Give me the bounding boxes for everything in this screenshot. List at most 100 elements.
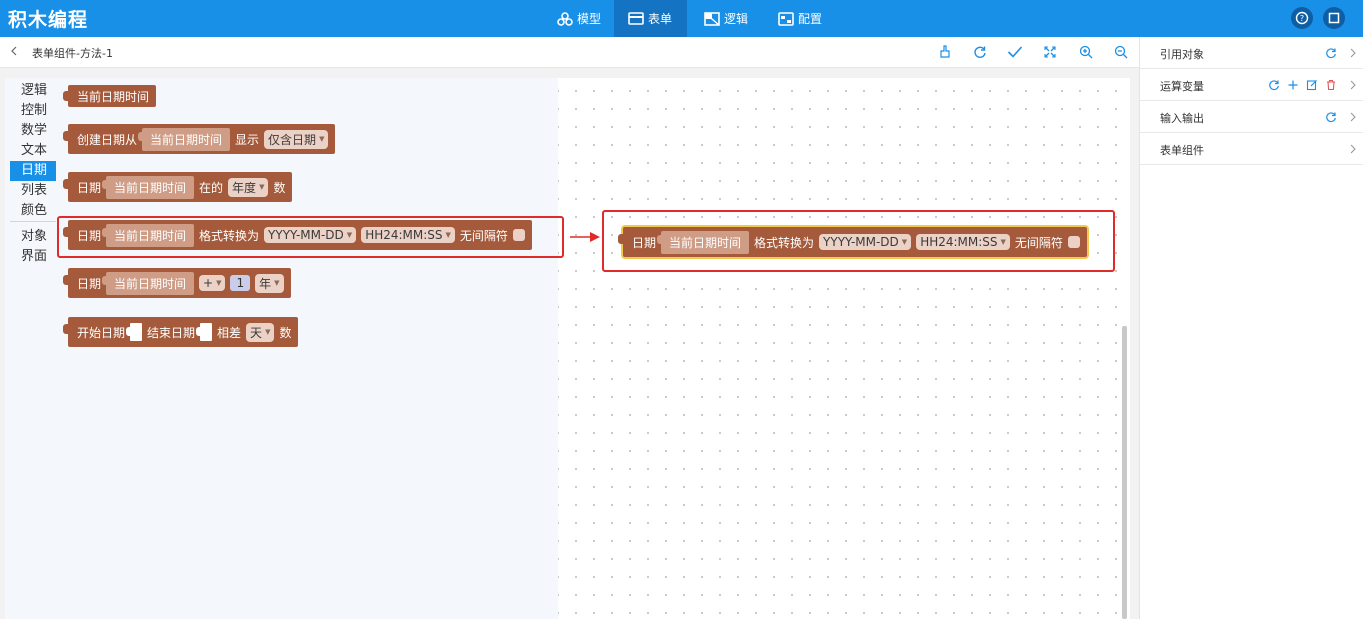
block-input-current-datetime[interactable]: 当前日期时间: [102, 223, 195, 247]
block-label: 相差: [217, 325, 242, 340]
category-logic[interactable]: 逻辑: [10, 81, 56, 101]
block-label: 数: [273, 180, 286, 195]
block-label: 日期: [77, 276, 102, 291]
help-icon[interactable]: ?: [1291, 7, 1313, 29]
block-input-current-datetime[interactable]: 当前日期时间: [102, 175, 195, 199]
block-dropdown-operator[interactable]: + ▼: [199, 275, 226, 291]
logic-icon: [704, 11, 720, 26]
plus-icon[interactable]: [1286, 78, 1299, 91]
vertical-scrollbar[interactable]: [1122, 326, 1127, 619]
panel-row-label: 运算变量: [1160, 80, 1204, 93]
panel-row-label: 引用对象: [1160, 48, 1204, 61]
block-dropdown[interactable]: 仅含日期 ▼: [264, 129, 329, 149]
category-ui[interactable]: 界面: [10, 247, 56, 267]
block-dropdown-time-format[interactable]: HH24:MM:SS ▼: [916, 234, 1010, 250]
delete-icon[interactable]: [1324, 78, 1337, 91]
block-label: 结束日期: [147, 325, 196, 340]
category-text[interactable]: 文本: [10, 141, 56, 161]
block-checkbox[interactable]: [512, 229, 525, 241]
block-label: 无间隔符: [459, 228, 508, 243]
sub-bar: 表单组件-方法-1: [0, 37, 1139, 68]
dropdown-value: YYYY-MM-DD: [268, 228, 344, 242]
edit-icon[interactable]: [1305, 78, 1318, 91]
zoom-out-icon[interactable]: [1113, 44, 1129, 60]
block-slot-end-date[interactable]: [196, 323, 213, 341]
workspace-block-date-format[interactable]: 日期 当前日期时间 格式转换为 YYYY-MM-DD ▼ HH24:MM:SS ▼ …: [618, 227, 1087, 257]
arrow-right-icon: [570, 232, 600, 242]
refresh-icon[interactable]: [1267, 78, 1280, 91]
block-dropdown-date-format[interactable]: YYYY-MM-DD ▼: [819, 234, 912, 250]
fit-icon[interactable]: [1042, 44, 1058, 60]
block-label: 无间隔符: [1014, 235, 1063, 250]
dropdown-value: HH24:MM:SS: [365, 228, 443, 242]
svg-text:?: ?: [1300, 14, 1304, 23]
category-list[interactable]: 列表: [10, 181, 56, 201]
block-date-diff[interactable]: 开始日期 结束日期 相差 天 ▼ 数: [62, 317, 299, 347]
panel-row-form-components[interactable]: 表单组件: [1140, 133, 1363, 165]
panel-row-variables[interactable]: 运算变量: [1140, 69, 1363, 101]
block-checkbox[interactable]: [1067, 236, 1080, 248]
chevron-right-icon[interactable]: [1346, 110, 1359, 123]
block-input-current-datetime[interactable]: 当前日期时间: [138, 127, 231, 151]
check-icon[interactable]: [1007, 44, 1023, 60]
dropdown-arrow-icon: ▼: [346, 231, 353, 239]
block-label: 开始日期: [77, 325, 126, 340]
zoom-in-icon[interactable]: [1078, 44, 1094, 60]
block-input-current-datetime[interactable]: 当前日期时间: [102, 271, 195, 295]
nav-tab-label: 配置: [798, 12, 823, 26]
block-date-part[interactable]: 日期 当前日期时间 在的 年度 ▼ 数: [62, 172, 293, 202]
category-control[interactable]: 控制: [10, 101, 56, 121]
dropdown-arrow-icon: ▼: [901, 238, 908, 246]
block-dropdown-unit[interactable]: 天 ▼: [246, 322, 275, 342]
category-color[interactable]: 颜色: [10, 201, 56, 221]
category-object[interactable]: 对象: [10, 227, 56, 247]
block-create-date[interactable]: 创建日期从 当前日期时间 显示 仅含日期 ▼: [62, 124, 336, 154]
nav-tab-logic[interactable]: 逻辑: [690, 0, 762, 37]
block-input-current-datetime[interactable]: 当前日期时间: [657, 230, 750, 254]
block-flyout: [5, 78, 558, 619]
panel-row-input-output[interactable]: 输入输出: [1140, 101, 1363, 133]
block-date-format[interactable]: 日期 当前日期时间 格式转换为 YYYY-MM-DD ▼ HH24:MM:SS ▼ …: [63, 220, 532, 250]
chevron-right-icon[interactable]: [1346, 142, 1359, 155]
block-dropdown-unit[interactable]: 年 ▼: [255, 273, 284, 293]
clean-icon[interactable]: [937, 44, 953, 60]
nav-tab-config[interactable]: 配置: [764, 0, 836, 37]
nav-tab-label: 逻辑: [724, 12, 749, 26]
block-dropdown-date-format[interactable]: YYYY-MM-DD ▼: [264, 227, 357, 243]
block-dropdown-time-format[interactable]: HH24:MM:SS ▼: [361, 227, 455, 243]
chevron-right-icon[interactable]: [1346, 78, 1359, 91]
dropdown-arrow-icon: ▼: [274, 279, 280, 287]
nav-tab-model[interactable]: 模型: [543, 0, 615, 37]
back-chevron-icon[interactable]: [9, 45, 19, 60]
panel-row-referenced-objects[interactable]: 引用对象: [1140, 37, 1363, 69]
dropdown-value: 年度: [232, 180, 257, 195]
category-date[interactable]: 日期: [10, 161, 56, 181]
category-math[interactable]: 数学: [10, 121, 56, 141]
block-label: 日期: [632, 235, 657, 250]
breadcrumb: 表单组件-方法-1: [32, 47, 113, 60]
panel-row-label: 表单组件: [1160, 144, 1204, 157]
refresh-icon[interactable]: [1324, 110, 1337, 123]
block-date-add[interactable]: 日期 当前日期时间 + ▼ 1 年 ▼: [63, 268, 291, 298]
dropdown-arrow-icon: ▼: [445, 231, 451, 239]
nav-tab-label: 表单: [648, 12, 673, 26]
block-label: 显示: [235, 132, 260, 147]
dropdown-value: 年: [259, 276, 272, 291]
nav-tab-form[interactable]: 表单: [614, 0, 687, 37]
window-icon[interactable]: [1323, 7, 1345, 29]
block-label: 格式转换为: [754, 235, 815, 250]
form-icon: [628, 12, 644, 25]
block-label: 日期: [77, 228, 102, 243]
block-current-datetime[interactable]: 当前日期时间: [62, 85, 157, 107]
chevron-right-icon[interactable]: [1346, 46, 1359, 59]
block-dropdown[interactable]: 年度 ▼: [228, 177, 269, 197]
block-label: 当前日期时间: [77, 89, 150, 104]
refresh-icon[interactable]: [972, 44, 988, 60]
category-divider: [10, 221, 56, 222]
dropdown-value: YYYY-MM-DD: [823, 235, 899, 249]
dropdown-value: 仅含日期: [268, 132, 317, 147]
refresh-icon[interactable]: [1324, 46, 1337, 59]
block-number-input[interactable]: 1: [230, 275, 251, 291]
dropdown-value: HH24:MM:SS: [920, 235, 998, 249]
block-slot-start-date[interactable]: [126, 323, 143, 341]
